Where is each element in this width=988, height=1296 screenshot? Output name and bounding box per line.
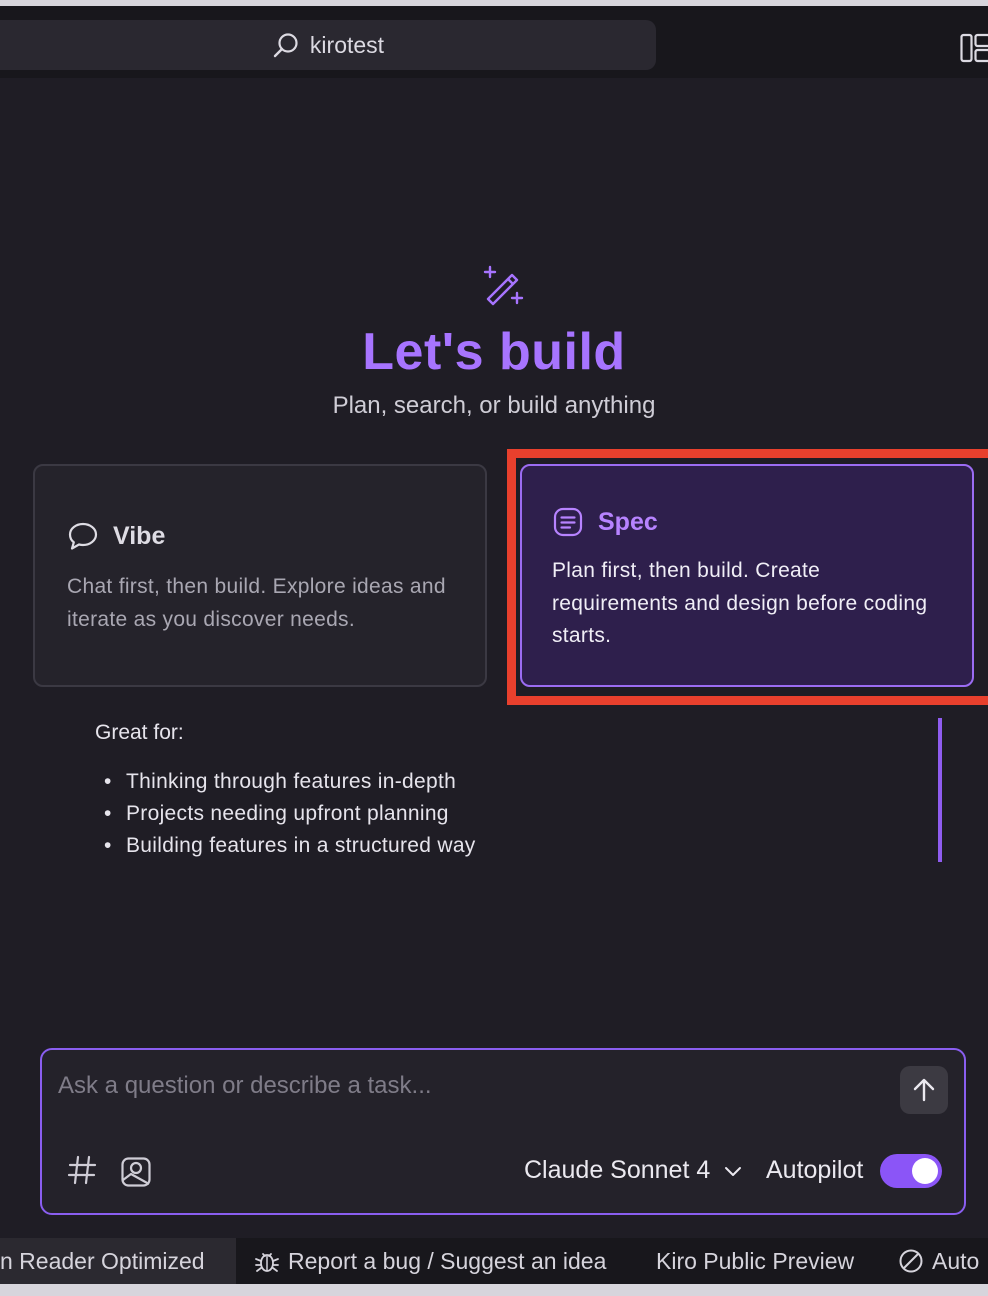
vibe-mode-card[interactable]: Vibe Chat first, then build. Explore ide… <box>33 464 487 687</box>
chat-bubble-icon <box>68 522 98 550</box>
workspace-name: kirotest <box>309 31 385 58</box>
chevron-down-icon <box>725 1166 742 1176</box>
image-upload-icon[interactable] <box>120 1156 152 1188</box>
hash-icon[interactable] <box>66 1154 98 1186</box>
chat-composer: Claude Sonnet 4 Autopilot <box>40 1048 966 1215</box>
list-item: Building features in a structured way <box>104 830 476 862</box>
status-screen-reader-label: n Reader Optimized <box>0 1247 205 1274</box>
chat-input[interactable] <box>58 1068 878 1104</box>
autopilot-label: Autopilot <box>766 1156 864 1184</box>
list-item: Projects needing upfront planning <box>104 798 476 830</box>
page-subtitle: Plan, search, or build anything <box>332 392 656 419</box>
page-title: Let's build <box>362 323 626 381</box>
great-for-heading: Great for: <box>95 721 184 744</box>
title-bar: kirotest <box>0 6 988 78</box>
layout-toggle-icon[interactable] <box>960 32 988 64</box>
toggle-knob <box>912 1158 938 1184</box>
status-report-bug-label: Report a bug / Suggest an idea <box>288 1247 607 1274</box>
list-item: Thinking through features in-depth <box>104 766 476 798</box>
circle-slash-icon <box>899 1249 923 1273</box>
bug-icon <box>255 1253 279 1272</box>
status-screen-reader[interactable]: n Reader Optimized <box>0 1238 236 1284</box>
vibe-heading: Vibe <box>67 520 165 552</box>
vibe-description: Chat first, then build. Explore ideas an… <box>67 575 446 631</box>
status-report-bug[interactable]: Report a bug / Suggest an idea <box>254 1238 606 1284</box>
model-selector[interactable]: Claude Sonnet 4 <box>524 1156 742 1185</box>
great-for-list: Thinking through features in-depth Proje… <box>104 766 476 862</box>
search-icon <box>273 33 298 58</box>
status-auto[interactable]: Auto <box>898 1238 979 1284</box>
window-frame-bottom <box>0 1284 988 1296</box>
vibe-title: Vibe <box>113 521 166 550</box>
send-button[interactable] <box>900 1066 948 1114</box>
autopilot-toggle[interactable] <box>880 1154 942 1188</box>
status-preview[interactable]: Kiro Public Preview <box>656 1238 854 1284</box>
status-bar: n Reader Optimized Report a bug / Sugges… <box>0 1238 988 1284</box>
model-name: Claude Sonnet 4 <box>524 1156 711 1184</box>
arrow-up-icon <box>913 1078 935 1102</box>
status-preview-label: Kiro Public Preview <box>656 1247 855 1274</box>
selection-highlight-box <box>507 449 988 705</box>
status-auto-label: Auto <box>932 1247 980 1274</box>
command-center-search[interactable]: kirotest <box>0 20 656 70</box>
magic-wand-icon <box>483 265 524 306</box>
scroll-indicator[interactable] <box>938 718 942 862</box>
